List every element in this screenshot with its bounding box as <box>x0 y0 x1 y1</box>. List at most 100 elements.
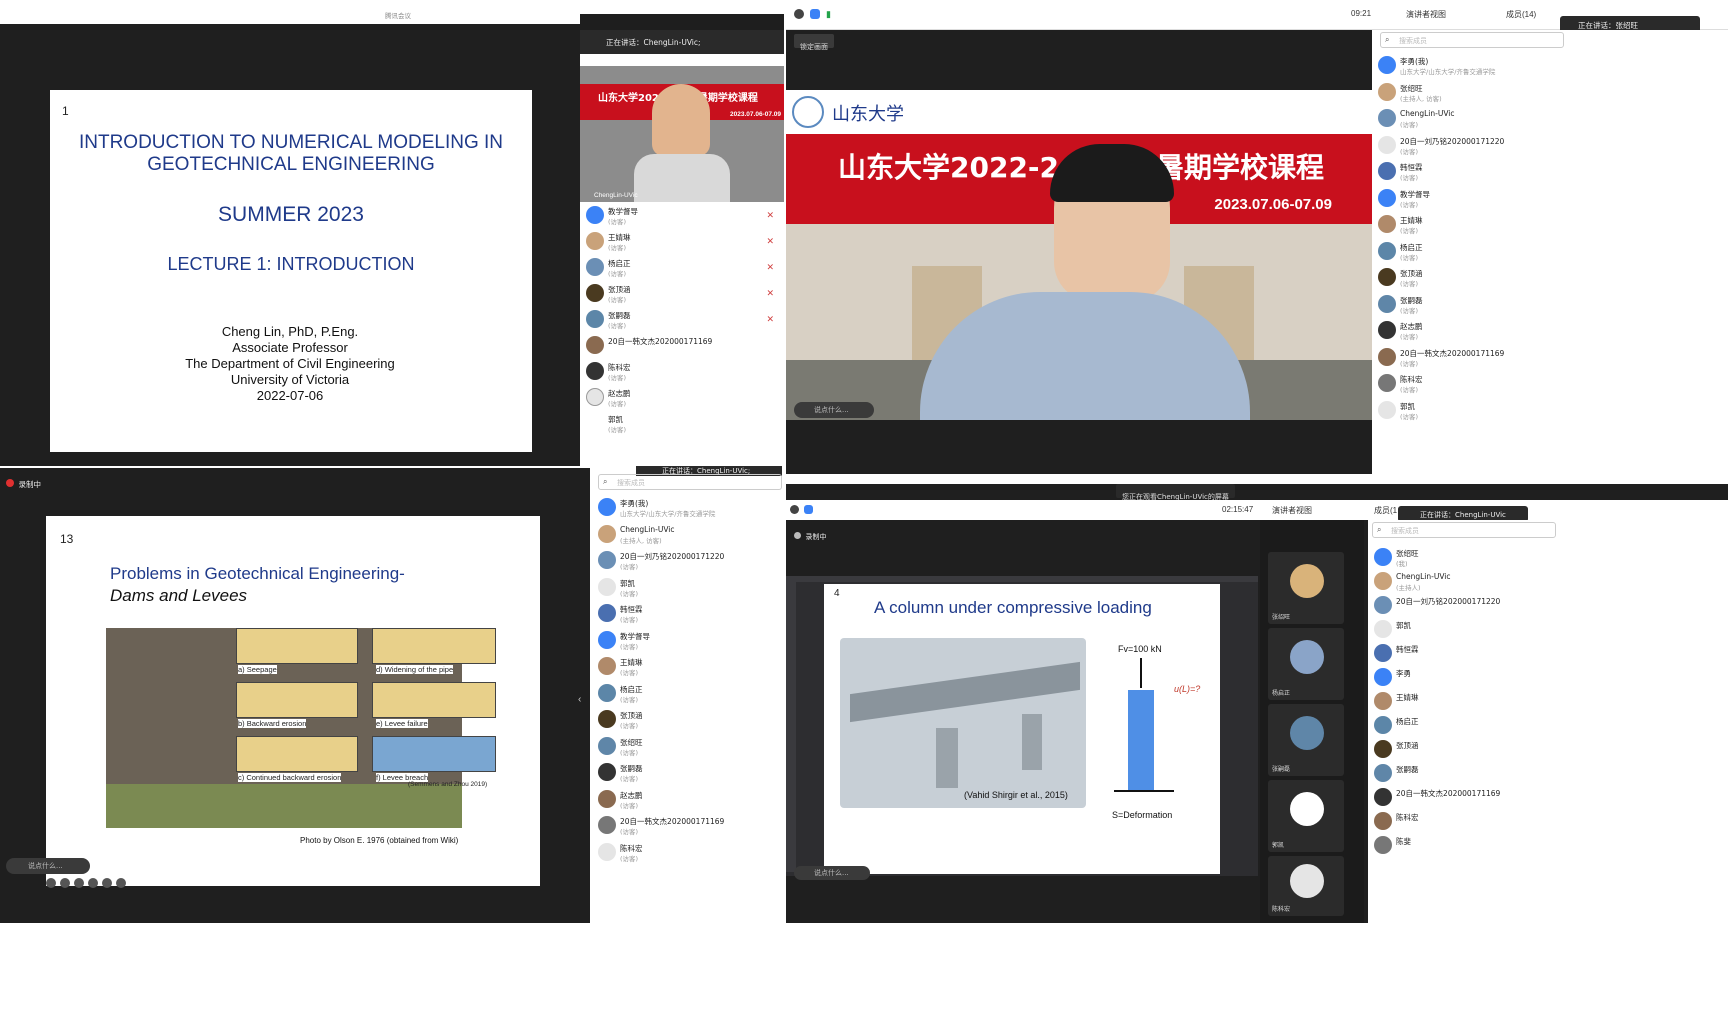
list-item[interactable]: 教学督导 (访客) <box>592 629 784 657</box>
q6-participant-list: 张绍旺 (我) ChengLin-UVic (主持人) 20自一刘乃铭202000171… <box>1368 546 1728 926</box>
annotation-toolbar[interactable] <box>46 875 156 888</box>
avatar <box>598 789 616 808</box>
members-button[interactable]: 成员(14) <box>1506 9 1536 20</box>
shield-icon[interactable] <box>804 505 813 514</box>
list-item[interactable]: 20自一韩文杰202000171169 (访客) <box>1372 346 1728 374</box>
camera-tile[interactable]: 杨启正 <box>1268 628 1344 700</box>
info-icon[interactable] <box>794 9 804 19</box>
chat-input[interactable]: 说点什么... <box>794 402 874 418</box>
list-item[interactable]: 郭凯 (访客) <box>1372 399 1728 427</box>
participant-role: (访客) <box>620 589 639 598</box>
list-item[interactable]: 赵志鹏 (访客) <box>1372 319 1728 347</box>
list-item[interactable]: ChengLin-UVic (主持人, 访客) <box>592 523 784 551</box>
participant-role: (访客) <box>1400 412 1419 421</box>
camera-tile[interactable]: 张嗣磊 <box>1268 704 1344 776</box>
avatar <box>598 604 616 622</box>
search-input[interactable]: ⌕ 搜索成员 <box>1380 32 1564 48</box>
list-item[interactable]: 陈科宏 (访客) <box>592 841 784 869</box>
chat-input[interactable]: 说点什么... <box>794 866 870 880</box>
avatar <box>586 388 604 406</box>
info-icon[interactable] <box>790 505 799 514</box>
participant-role: (访客) <box>1400 359 1419 368</box>
camera-tile[interactable]: 陈科宏 <box>1268 856 1344 916</box>
avatar <box>1378 374 1396 392</box>
search-input[interactable]: ⌕ 搜索成员 <box>1372 522 1556 538</box>
list-item[interactable]: 李勇(我) 山东大学/山东大学/齐鲁交通学院 <box>1372 54 1728 82</box>
chat-input[interactable]: 说点什么... <box>6 858 90 874</box>
list-item[interactable]: 杨启正 (访客) <box>592 682 784 710</box>
recording-label: 录制中 <box>6 474 41 492</box>
view-button[interactable]: 演讲者视图 <box>1406 9 1446 20</box>
slide-subtitle-summer: SUMMER 2023 <box>218 203 364 226</box>
search-icon: ⌕ <box>603 477 608 486</box>
list-item[interactable]: 20自一韩文杰202000171169 <box>580 334 784 362</box>
screenshot-icon[interactable] <box>88 878 98 888</box>
mic-muted-icon[interactable]: ✕ <box>766 288 774 299</box>
mic-muted-icon[interactable]: ✕ <box>766 262 774 273</box>
list-item[interactable]: 杨启正 (访客) ✕ <box>580 256 784 284</box>
camera-tile[interactable]: 郭凯 <box>1268 780 1344 852</box>
list-item[interactable]: 韩恒霖 (访客) <box>592 602 784 630</box>
list-item[interactable]: 郭凯 (访客) <box>592 576 784 604</box>
participant-role: (访客) <box>1400 227 1419 235</box>
collapse-arrow-icon[interactable]: ‹ <box>578 694 581 705</box>
list-item[interactable]: 教学督导 (访客) <box>1372 187 1728 215</box>
list-item[interactable]: 李勇(我) 山东大学/山东大学/齐鲁交通学院 <box>592 496 784 524</box>
q2-video[interactable]: 山东大学2022-2023暑期学校课程 2023.07.06-07.09 Che… <box>580 66 784 202</box>
list-item[interactable]: 杨启正 (访客) <box>1372 240 1728 268</box>
avatar <box>1378 268 1396 286</box>
avatar <box>598 498 616 516</box>
list-item[interactable]: 20自一韩文杰202000171169 (访客) <box>592 814 784 842</box>
undo-icon[interactable] <box>46 878 56 888</box>
q3-panel: ▮ 09:21 演讲者视图 成员(14) 正在讲话：张绍旺 锁定画面 ••• 山… <box>786 0 1728 474</box>
list-item[interactable]: 陈斐 <box>1368 834 1728 862</box>
participant-role: (访客) <box>1400 147 1419 156</box>
avatar <box>1374 548 1392 566</box>
video-icon[interactable] <box>102 878 112 888</box>
shield-icon[interactable] <box>810 9 820 19</box>
slide-title: A column under compressive loading <box>874 598 1152 617</box>
list-item[interactable]: 张嗣磊 (访客) <box>592 761 784 789</box>
list-item[interactable]: 郭凯 (访客) <box>580 412 784 440</box>
list-item[interactable]: 20自一刘乃铭202000171220 (访客) <box>1372 134 1728 162</box>
list-item[interactable]: 王婧琳 (访客) ✕ <box>580 230 784 258</box>
diagram-c <box>236 736 358 772</box>
list-item[interactable]: 张顶涵 (访客) <box>592 708 784 736</box>
search-input[interactable]: ⌕ 搜索成员 <box>598 474 782 490</box>
list-item[interactable]: ChengLin-UVic (访客) <box>1372 107 1728 135</box>
zoom-icon[interactable] <box>74 878 84 888</box>
list-item[interactable]: 20自一刘乃铭202000171220 (访客) <box>592 549 784 577</box>
list-item[interactable]: 张绍旺 (访客) <box>592 735 784 763</box>
diagram-a <box>236 628 358 664</box>
list-item[interactable]: 韩恒霖 (访客) <box>1372 160 1728 188</box>
list-item[interactable]: 张嗣磊 (访客) ✕ <box>580 308 784 336</box>
mic-muted-icon[interactable]: ✕ <box>766 210 774 221</box>
participant-name: 张嗣磊 <box>1396 765 1419 774</box>
list-item[interactable]: 教学督导 (访客) ✕ <box>580 204 784 232</box>
q3-video[interactable]: 山东大学 山东大学2022-2 暑期学校课程 2023.07.06-07.09 <box>786 90 1372 420</box>
list-item[interactable]: 陈科宏 (访客) <box>580 360 784 388</box>
avatar <box>1290 792 1324 826</box>
mic-muted-icon[interactable]: ✕ <box>766 236 774 247</box>
pin-label[interactable]: 锁定画面 <box>794 34 834 51</box>
list-item[interactable]: 张嗣磊 (访客) <box>1372 293 1728 321</box>
list-item[interactable]: 张顶涵 (访客) ✕ <box>580 282 784 310</box>
avatar <box>598 736 616 755</box>
mic-muted-icon[interactable]: ✕ <box>766 314 774 325</box>
diagram-label-c: c) Continued backward erosion <box>238 773 342 782</box>
avatar <box>1378 400 1396 419</box>
bridge-pier-right <box>1022 714 1042 770</box>
author-univ: University of Victoria <box>230 372 350 387</box>
more-icon[interactable] <box>116 878 126 888</box>
list-item[interactable]: 张顶涵 (访客) <box>1372 266 1728 294</box>
list-item[interactable]: 王婧琳 (访客) <box>592 655 784 683</box>
list-item[interactable]: 陈科宏 (访客) <box>1372 372 1728 400</box>
camera-tile[interactable]: 张绍旺 <box>1268 552 1344 624</box>
list-item[interactable]: 赵志鹏 (访客) <box>592 788 784 816</box>
pen-icon[interactable] <box>60 878 70 888</box>
list-item[interactable]: 张绍旺 (主持人, 访客) <box>1372 81 1728 109</box>
list-item[interactable]: 王婧琳 (访客) <box>1372 213 1728 241</box>
list-item[interactable]: 赵志鹏 (访客) <box>580 386 784 414</box>
view-button[interactable]: 演讲者视图 <box>1272 505 1312 516</box>
members-button[interactable]: 成员(1 <box>1374 505 1397 516</box>
